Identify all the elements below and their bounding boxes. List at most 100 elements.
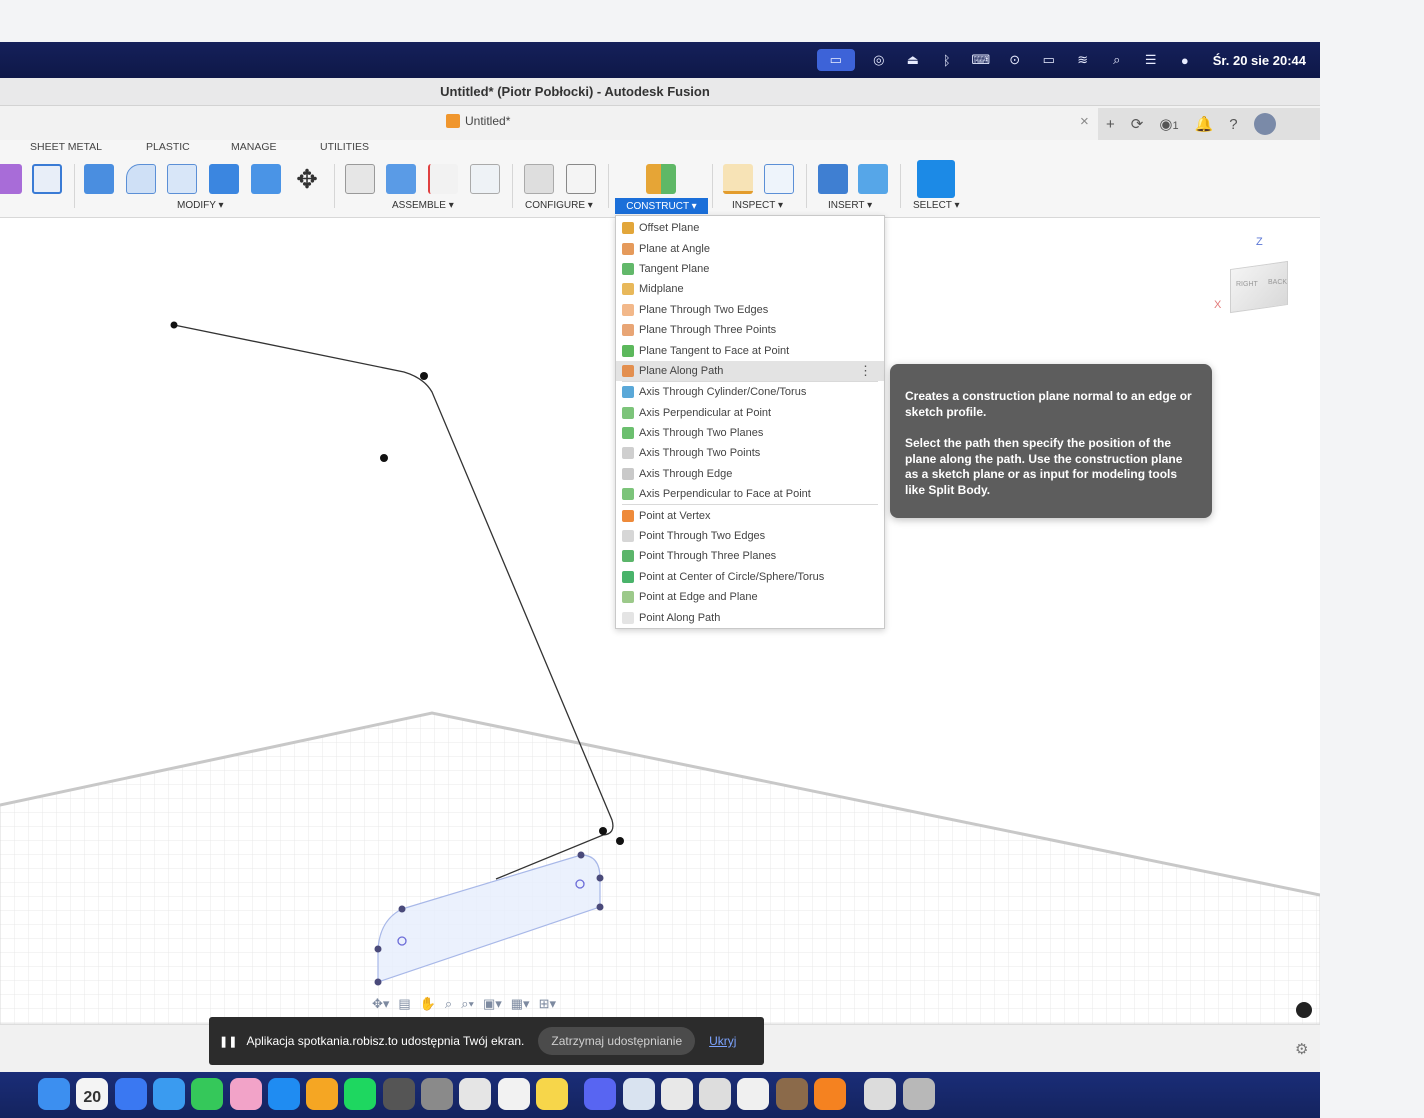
stop-sharing-button[interactable]: Zatrzymaj udostępnianie	[538, 1027, 696, 1055]
replace-face-icon[interactable]	[251, 164, 281, 194]
split-icon[interactable]	[32, 164, 62, 194]
calculator-icon[interactable]	[382, 1078, 415, 1110]
notes-icon[interactable]	[535, 1078, 568, 1110]
move-icon[interactable]: ✥	[292, 164, 322, 194]
look-at-icon[interactable]: ▤	[398, 996, 410, 1012]
vpn-icon[interactable]: ◎	[869, 52, 889, 68]
menu-item-plane-tangent-to-face-at-point[interactable]: Plane Tangent to Face at Point	[616, 340, 884, 360]
safari-icon[interactable]	[152, 1078, 185, 1110]
menu-item-point-at-vertex[interactable]: Point at Vertex	[616, 505, 884, 525]
combine-bodies-icon[interactable]	[209, 164, 239, 194]
app-store-icon[interactable]	[267, 1078, 300, 1110]
keyboard-icon[interactable]: ⌨	[971, 52, 991, 68]
hide-share-bar-link[interactable]: Ukryj	[709, 1034, 736, 1048]
notifications-icon[interactable]: 🔔	[1195, 115, 1214, 133]
menu-item-axis-through-two-points[interactable]: Axis Through Two Points	[616, 443, 884, 463]
pages-icon[interactable]	[306, 1078, 339, 1110]
automator-icon[interactable]	[775, 1078, 808, 1110]
bluetooth-icon[interactable]: ᛒ	[937, 52, 957, 68]
insert-derive-icon[interactable]	[818, 164, 848, 194]
menu-item-plane-through-three-points[interactable]: Plane Through Three Points	[616, 320, 884, 340]
menu-item-point-along-path[interactable]: Point Along Path	[616, 607, 884, 627]
extensions-icon[interactable]: ⟳	[1131, 115, 1144, 133]
parameters-icon[interactable]	[524, 164, 554, 194]
measure-icon[interactable]	[723, 164, 753, 194]
zoom-icon[interactable]: ⌕	[445, 996, 452, 1012]
assistant-icon[interactable]	[1296, 1002, 1312, 1018]
stack-icon[interactable]	[497, 1078, 530, 1110]
menu-item-point-through-two-edges[interactable]: Point Through Two Edges	[616, 526, 884, 546]
configure-table-icon[interactable]	[566, 164, 596, 194]
menu-item-point-at-edge-and-plane[interactable]: Point at Edge and Plane	[616, 587, 884, 607]
battery-icon[interactable]: ▭	[1039, 52, 1059, 68]
menu-bar-clock[interactable]: Śr. 20 sie 20:44	[1213, 53, 1306, 68]
photos-icon[interactable]	[229, 1078, 262, 1110]
press-pull-icon[interactable]	[84, 164, 114, 194]
chrome-icon[interactable]	[660, 1078, 693, 1110]
modify-menu[interactable]: MODIFY ▾	[177, 200, 224, 211]
menu-item-plane-along-path[interactable]: Plane Along Path ⋮	[616, 360, 884, 382]
select-menu[interactable]: SELECT ▾	[913, 200, 960, 211]
joint-icon[interactable]	[386, 164, 416, 194]
settings-gear-icon[interactable]: ⚙	[1295, 1040, 1308, 1058]
chatgpt-icon[interactable]	[699, 1078, 732, 1110]
menu-item-offset-plane[interactable]: Offset Plane	[616, 218, 884, 238]
drive-icon[interactable]: ⏏	[903, 52, 923, 68]
menu-item-point-through-three-planes[interactable]: Point Through Three Planes	[616, 546, 884, 566]
assemble-menu[interactable]: ASSEMBLE ▾	[392, 200, 454, 211]
menu-item-axis-perpendicular-to-face-at-point[interactable]: Axis Perpendicular to Face at Point	[616, 484, 884, 504]
tab-manage[interactable]: MANAGE	[231, 141, 277, 153]
pause-icon[interactable]: ❚❚	[219, 1035, 237, 1048]
inspect-menu[interactable]: INSPECT ▾	[732, 200, 783, 211]
spotify-icon[interactable]	[344, 1078, 377, 1110]
construct-menu-button[interactable]: CONSTRUCT ▾	[615, 198, 708, 214]
zoom-window-icon[interactable]: ⌕▾	[461, 996, 474, 1012]
wifi-icon[interactable]: ≋	[1073, 52, 1093, 68]
combine-icon[interactable]	[0, 164, 22, 194]
menu-item-plane-through-two-edges[interactable]: Plane Through Two Edges	[616, 300, 884, 320]
spotlight-icon[interactable]: ⌕	[1107, 52, 1127, 68]
menu-item-plane-at-angle[interactable]: Plane at Angle	[616, 238, 884, 258]
menu-item-axis-through-edge[interactable]: Axis Through Edge	[616, 464, 884, 484]
close-tab-icon[interactable]: ×	[1080, 113, 1089, 130]
discord-icon[interactable]	[584, 1078, 617, 1110]
messages-icon[interactable]	[191, 1078, 224, 1110]
textedit-icon[interactable]	[737, 1078, 770, 1110]
finder-icon[interactable]	[38, 1078, 70, 1110]
control-center-icon[interactable]: ☰	[1141, 52, 1161, 68]
viewports-icon[interactable]: ⊞▾	[539, 996, 556, 1012]
display-settings-icon[interactable]: ▣▾	[483, 996, 502, 1012]
select-icon[interactable]	[917, 160, 955, 198]
signal-icon[interactable]	[114, 1078, 147, 1110]
fusion-app-icon[interactable]	[814, 1078, 846, 1110]
menu-item-tangent-plane[interactable]: Tangent Plane	[616, 259, 884, 279]
pan-icon[interactable]: ✋	[420, 996, 436, 1012]
document-tab[interactable]: Untitled*	[446, 114, 510, 128]
insert-menu[interactable]: INSERT ▾	[828, 200, 872, 211]
interference-icon[interactable]	[764, 164, 794, 194]
menu-item-axis-through-two-planes[interactable]: Axis Through Two Planes	[616, 423, 884, 443]
fillet-icon[interactable]	[126, 164, 156, 194]
new-component-icon[interactable]	[345, 164, 375, 194]
as-built-joint-icon[interactable]	[428, 164, 458, 194]
files-icon[interactable]	[864, 1078, 897, 1110]
construct-plane-icon[interactable]	[646, 164, 676, 194]
help-icon[interactable]: ?	[1229, 116, 1237, 133]
shell-icon[interactable]	[167, 164, 197, 194]
tab-plastic[interactable]: PLASTIC	[146, 141, 190, 153]
more-options-icon[interactable]: ⋮	[859, 363, 872, 379]
calendar-icon[interactable]: 20	[76, 1078, 109, 1110]
job-status-icon[interactable]: ◉1	[1159, 115, 1178, 133]
orbit-icon[interactable]: ✥▾	[372, 996, 389, 1012]
system-settings-icon[interactable]	[421, 1078, 453, 1110]
preview-icon[interactable]	[622, 1078, 655, 1110]
screen-mirror-icon[interactable]: ▭	[816, 49, 855, 71]
tab-utilities[interactable]: UTILITIES	[320, 141, 369, 153]
menu-item-axis-perpendicular-at-point[interactable]: Axis Perpendicular at Point	[616, 403, 884, 423]
user-avatar[interactable]	[1253, 113, 1276, 135]
siri-icon[interactable]: ●	[1175, 52, 1195, 68]
grid-settings-icon[interactable]: ▦▾	[511, 996, 530, 1012]
menu-item-axis-through-cylinder-cone-torus[interactable]: Axis Through Cylinder/Cone/Torus	[616, 382, 884, 402]
configure-menu[interactable]: CONFIGURE ▾	[525, 200, 593, 211]
record-icon[interactable]: ⊙	[1005, 52, 1025, 68]
